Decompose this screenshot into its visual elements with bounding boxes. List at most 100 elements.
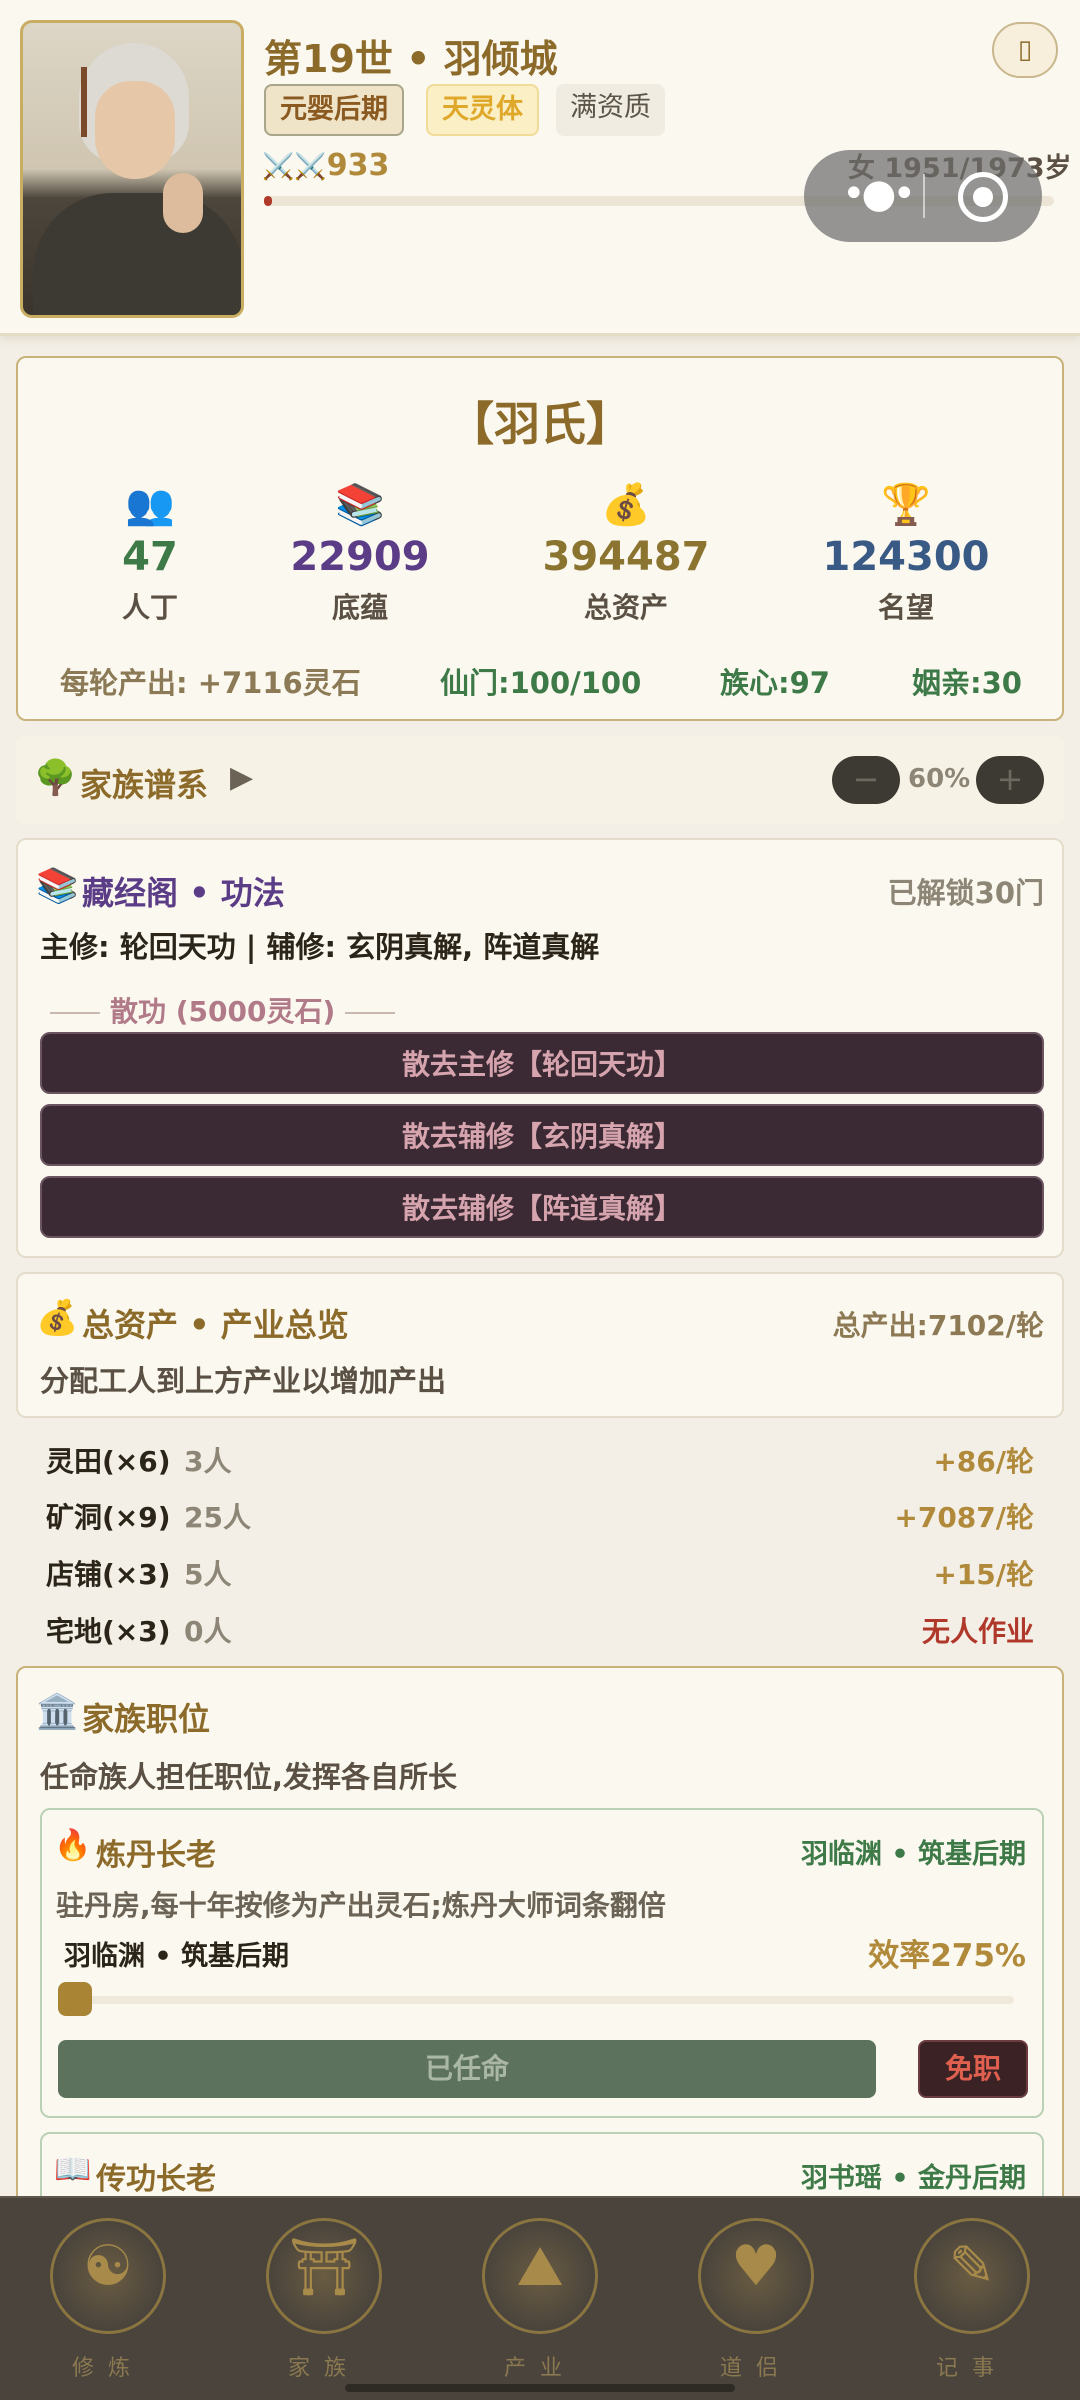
- nav-partner[interactable]: ♥ 道侣: [648, 2208, 864, 2398]
- zoom-level: 60%: [908, 764, 971, 794]
- elder-efficiency: 效率275%: [868, 1938, 1026, 1974]
- elder2-holder: 羽书瑶 • 金丹后期: [800, 2163, 1026, 2194]
- capsule-divider: [923, 174, 925, 218]
- output-per-round: 每轮产出: +7116灵石: [60, 666, 361, 700]
- close-miniprogram-icon[interactable]: [958, 172, 1008, 222]
- lifespan-bar-fill: [264, 196, 272, 206]
- disperse-aux2-button[interactable]: 散去辅修【阵道真解】: [40, 1176, 1044, 1238]
- industry-workers: 3人: [184, 1445, 232, 1478]
- industry-row[interactable]: 店铺(×3) 5人 +15/轮: [46, 1553, 1034, 1603]
- people-icon: 👥: [125, 482, 175, 528]
- books-icon: 📚: [335, 482, 385, 528]
- combat-power-value: 933: [326, 148, 390, 183]
- nav-label: 记事: [935, 2356, 1008, 2381]
- trophy-icon: 🏆: [881, 482, 931, 528]
- divider-line: [345, 1012, 396, 1014]
- stat-total-assets: 💰 394487 总资产: [526, 480, 726, 626]
- elder-holder: 羽临渊 • 筑基后期: [800, 1839, 1026, 1870]
- clan-name: 【羽氏】: [448, 397, 632, 451]
- disperse-header-text: 散功 (5000灵石): [110, 995, 336, 1028]
- slider-handle[interactable]: [58, 1982, 92, 2016]
- appointed-button[interactable]: 已任命: [58, 2040, 876, 2098]
- character-portrait[interactable]: [20, 20, 244, 318]
- zoom-out-button[interactable]: −: [832, 756, 900, 804]
- disperse-aux1-button[interactable]: 散去辅修【玄阴真解】: [40, 1104, 1044, 1166]
- assets-hint: 分配工人到上方产业以增加产出: [40, 1364, 447, 1398]
- zoom-in-button[interactable]: +: [976, 756, 1044, 804]
- industry-workers: 0人: [184, 1615, 232, 1648]
- marriage-ties: 姻亲:30: [912, 666, 1022, 700]
- nav-label: 产业: [503, 2356, 576, 2381]
- industry-name: 宅地(×3): [46, 1615, 171, 1648]
- nav-label: 修炼: [71, 2356, 144, 2381]
- dismiss-button[interactable]: 免职: [918, 2040, 1028, 2098]
- total-output: 总产出:7102/轮: [832, 1309, 1044, 1342]
- positions-title: 家族职位: [82, 1700, 211, 1738]
- stat-fame: 🏆 124300 名望: [806, 480, 1006, 626]
- clan-heart: 族心:97: [720, 666, 830, 700]
- generation-title: 第19世 • 羽倾城: [264, 37, 558, 81]
- clan-overview-card: 【羽氏】 👥 47 人丁 📚 22909 底蕴 💰 394487 总资产 🏆 1…: [16, 356, 1064, 721]
- fire-icon: 🔥: [54, 1828, 92, 1863]
- settings-icon: ▯: [1017, 35, 1033, 65]
- body-type-tag: 天灵体: [426, 84, 539, 136]
- industry-row[interactable]: 灵田(×6) 3人 +86/轮: [46, 1440, 1034, 1490]
- industry-workers: 25人: [184, 1501, 251, 1534]
- temple-icon: 🏛️: [36, 1692, 79, 1732]
- home-indicator: [345, 2384, 735, 2392]
- assets-title: 总资产 • 产业总览: [82, 1306, 349, 1344]
- industry-output: +7087/轮: [894, 1501, 1034, 1534]
- nav-records[interactable]: ✎ 记事: [864, 2208, 1080, 2398]
- scroll-icon: ✎: [948, 2234, 996, 2299]
- more-options-icon[interactable]: •●•: [832, 150, 922, 242]
- fame-value: 124300: [822, 534, 990, 580]
- nav-cultivate[interactable]: ☯ 修炼: [0, 2208, 216, 2398]
- alchemy-elder-card: 🔥 炼丹长老 羽临渊 • 筑基后期 驻丹房,每十年按修为产出灵石;炼丹大师词条翻…: [40, 1808, 1044, 2118]
- elder-description: 驻丹房,每十年按修为产出灵石;炼丹大师词条翻倍: [56, 1889, 666, 1922]
- mountain-icon: ⛰: [516, 2234, 564, 2299]
- positions-hint: 任命族人担任职位,发挥各自所长: [40, 1760, 458, 1794]
- sect-status: 仙门:100/100: [440, 666, 642, 700]
- industry-row[interactable]: 宅地(×3) 0人 无人作业: [46, 1610, 1034, 1660]
- elder-slider[interactable]: [58, 1982, 1014, 2016]
- industry-output: +15/轮: [933, 1558, 1034, 1591]
- scripture-library-card: 📚 藏经阁 • 功法 已解锁30门 主修: 轮回天功 | 辅修: 玄阴真解, 阵…: [16, 838, 1064, 1258]
- elder-title: 炼丹长老: [96, 1838, 216, 1873]
- combat-power: ⚔️⚔️933: [262, 148, 389, 183]
- meditation-icon: ☯: [82, 2234, 134, 2299]
- industry-name: 店铺(×3): [46, 1558, 171, 1591]
- portrait-hand: [163, 173, 203, 233]
- pavilion-icon: ⛩: [288, 2235, 360, 2300]
- bottom-navigation: ☯ 修炼 ⛩ 家族 ⛰ 产业 ♥ 道侣 ✎ 记事: [0, 2196, 1080, 2400]
- open-book-icon: 📖: [54, 2152, 92, 2187]
- lineage-bar[interactable]: 🌳 家族谱系 ▶ − 60% +: [16, 736, 1064, 824]
- foundation-label: 底蕴: [331, 591, 388, 624]
- elder2-title: 传功长老: [96, 2162, 216, 2197]
- elder-person: 羽临渊 • 筑基后期: [64, 1941, 290, 1972]
- talent-tag: 满资质: [556, 84, 665, 136]
- nav-industry[interactable]: ⛰ 产业: [432, 2208, 648, 2398]
- nav-clan[interactable]: ⛩ 家族: [216, 2208, 432, 2398]
- tree-icon: 🌳: [34, 758, 77, 798]
- industry-row[interactable]: 矿洞(×9) 25人 +7087/轮: [46, 1496, 1034, 1546]
- portrait-hairpin: [81, 67, 87, 137]
- settings-button[interactable]: ▯: [992, 22, 1058, 78]
- industry-name: 灵田(×6): [46, 1445, 171, 1478]
- cultivation-methods: 主修: 轮回天功 | 辅修: 玄阴真解, 阵道真解: [40, 930, 600, 964]
- couple-icon: ♥: [730, 2234, 782, 2299]
- stat-population: 👥 47 人丁: [50, 480, 250, 626]
- industry-name: 矿洞(×9): [46, 1501, 171, 1534]
- unlocked-count: 已解锁30门: [887, 876, 1044, 910]
- divider-line: [50, 1012, 100, 1014]
- disperse-main-button[interactable]: 散去主修【轮回天功】: [40, 1032, 1044, 1094]
- disperse-header: 散功 (5000灵石): [40, 990, 400, 1030]
- character-header: 第19世 • 羽倾城 元婴后期 天灵体 满资质 ⚔️⚔️933 女 1951/1…: [0, 0, 1080, 336]
- population-label: 人丁: [121, 591, 178, 624]
- foundation-value: 22909: [290, 534, 430, 580]
- assets-overview-card: 💰 总资产 • 产业总览 总产出:7102/轮 分配工人到上方产业以增加产出: [16, 1272, 1064, 1418]
- money-bag-icon: 💰: [601, 482, 651, 528]
- expand-arrow-icon[interactable]: ▶: [230, 760, 253, 795]
- library-title: 藏经阁 • 功法: [82, 874, 285, 912]
- total-assets-value: 394487: [542, 534, 710, 580]
- total-assets-label: 总资产: [583, 591, 668, 624]
